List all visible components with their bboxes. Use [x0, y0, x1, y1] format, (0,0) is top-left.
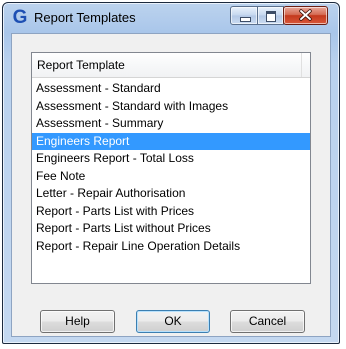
app-icon: G	[12, 7, 28, 28]
column-header-label: Report Template	[37, 58, 125, 72]
list-item[interactable]: Letter - Repair Authorisation	[32, 185, 310, 203]
column-divider[interactable]	[301, 53, 302, 77]
report-template-list[interactable]: Report Template Assessment - Standard Ass…	[31, 52, 311, 284]
minimize-button[interactable]	[230, 6, 258, 25]
list-item[interactable]: Assessment - Standard	[32, 80, 310, 98]
close-icon	[299, 9, 312, 21]
list-item[interactable]: Assessment - Summary	[32, 115, 310, 133]
title-bar[interactable]: G Report Templates	[3, 3, 339, 33]
report-templates-dialog: G Report Templates Report Template Asses…	[2, 2, 340, 344]
column-header-report-template[interactable]: Report Template	[32, 53, 310, 78]
dialog-body: Report Template Assessment - Standard Ass…	[11, 33, 331, 337]
minimize-icon	[240, 17, 251, 22]
cancel-button[interactable]: Cancel	[230, 310, 305, 333]
list-item[interactable]: Assessment - Standard with Images	[32, 98, 310, 116]
list-rows: Assessment - Standard Assessment - Standa…	[32, 80, 310, 255]
list-item[interactable]: Fee Note	[32, 168, 310, 186]
close-button[interactable]	[283, 6, 328, 25]
maximize-button[interactable]	[257, 6, 284, 25]
list-item[interactable]: Engineers Report - Total Loss	[32, 150, 310, 168]
list-item[interactable]: Report - Parts List without Prices	[32, 220, 310, 238]
help-button[interactable]: Help	[40, 310, 115, 333]
list-item[interactable]: Report - Repair Line Operation Details	[32, 238, 310, 256]
window-title: Report Templates	[34, 10, 136, 25]
list-item[interactable]: Report - Parts List with Prices	[32, 203, 310, 221]
list-item[interactable]: Engineers Report	[32, 132, 310, 150]
ok-button[interactable]: OK	[136, 310, 210, 333]
maximize-icon	[266, 11, 276, 22]
